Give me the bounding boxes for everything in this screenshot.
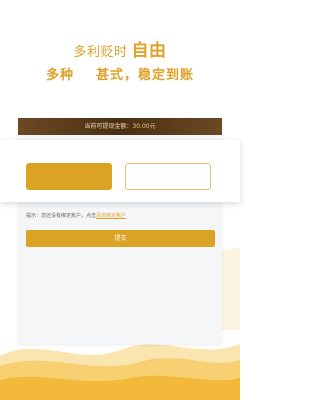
headline-emphasis: 自由	[131, 41, 167, 61]
balance-amount: 30.00元	[132, 123, 156, 130]
tip-text: 提示：您还没有绑定账户，点击	[26, 213, 97, 219]
headline-text-1: 多利	[73, 45, 101, 60]
withdraw-option-selected[interactable]	[26, 163, 112, 190]
submit-button[interactable]: 提交	[26, 230, 215, 247]
headline-line-2: 多种 甚式，稳定到账	[0, 64, 240, 83]
headline-line2-right: 甚式，稳定到账	[96, 68, 195, 83]
headline-line-1: 多利贬时 自由	[0, 36, 240, 61]
headline-text-2: 贬	[100, 45, 114, 60]
bind-account-link[interactable]: 添加绑定账户	[96, 213, 126, 219]
balance-label: 当前可提现金额：	[84, 123, 133, 130]
balance-bar: 当前可提现金额：30.00元	[18, 118, 222, 135]
tip-line: 提示：您还没有绑定账户，点击添加绑定账户	[26, 212, 216, 219]
submit-label: 提交	[114, 235, 127, 242]
withdraw-option-unselected[interactable]	[125, 163, 211, 190]
headline-line2-left: 多种	[45, 68, 74, 83]
headline-text-3: 时	[114, 45, 128, 60]
